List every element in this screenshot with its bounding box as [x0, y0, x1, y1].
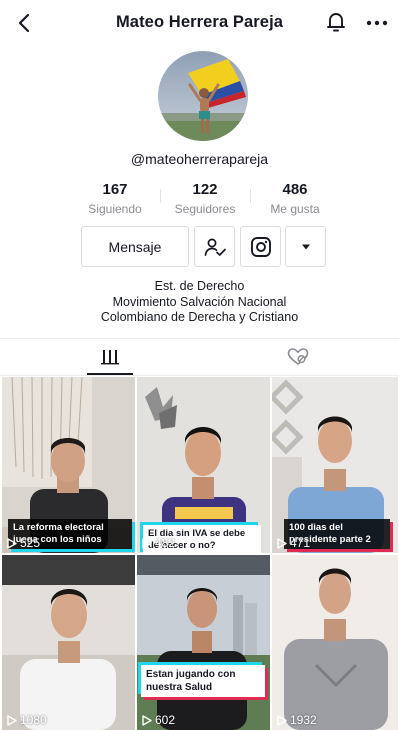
bio-line: Colombiano de Derecha y Cristiano	[100, 310, 299, 324]
video-caption: Estan jugando con nuestra Salud	[141, 665, 265, 697]
video-thumbnail-image	[2, 555, 135, 730]
bio-line: Movimiento Salvación Nacional	[112, 294, 287, 309]
instagram-icon	[250, 236, 271, 257]
play-icon	[277, 537, 287, 549]
video-thumbnail[interactable]: 1080	[2, 555, 135, 730]
active-tab-indicator	[87, 373, 133, 375]
play-icon	[277, 714, 287, 726]
view-count: 602	[142, 713, 175, 727]
profile-tabs	[0, 338, 399, 376]
video-thumbnail[interactable]: 100 dias del presidente parte 2 471	[272, 377, 398, 553]
top-bar: Mateo Herrera Pareja	[0, 0, 399, 46]
tab-videos[interactable]	[87, 339, 133, 375]
video-thumbnail[interactable]: Estan jugando con nuestra Salud 602	[137, 555, 270, 730]
profile-bio: Est. de Derecho Movimiento Salvación Nac…	[0, 279, 399, 326]
suggested-accounts-button[interactable]	[285, 226, 326, 267]
instagram-button[interactable]	[240, 226, 281, 267]
profile-handle: @mateoherrerapareja	[130, 151, 269, 167]
stat-value: 122	[192, 181, 218, 198]
play-icon	[7, 537, 17, 549]
view-count-value: 471	[290, 536, 311, 550]
video-thumbnail[interactable]: 1932	[272, 555, 398, 730]
play-icon	[142, 537, 152, 549]
play-icon	[142, 714, 152, 726]
video-thumbnail-image	[272, 555, 398, 730]
user-check-icon	[204, 238, 226, 256]
video-thumbnail[interactable]: El dia sin IVA se debe de hacer o no? 48…	[137, 377, 270, 553]
view-count-value: 1932	[290, 713, 317, 727]
view-count-value: 482	[155, 536, 176, 550]
more-dots-icon[interactable]	[364, 13, 390, 33]
hidden-heart-icon	[287, 348, 309, 365]
video-thumbnail-image	[137, 555, 270, 730]
view-count-value: 602	[155, 713, 176, 727]
tab-liked[interactable]	[283, 339, 313, 375]
view-count: 471	[277, 536, 310, 550]
bio-line: Est. de Derecho	[154, 279, 245, 293]
view-count: 525	[7, 536, 40, 550]
avatar[interactable]	[158, 51, 248, 141]
stat-value: 486	[282, 181, 308, 198]
stat-likes: 486 Me gusta	[250, 181, 340, 219]
video-thumbnail[interactable]: La reforma electoral juega con los niños…	[2, 377, 135, 553]
message-button[interactable]: Mensaje	[81, 226, 189, 267]
stat-followers[interactable]: 122 Seguidores	[160, 181, 250, 219]
view-count: 482	[142, 536, 175, 550]
profile-stats: 167 Siguiendo 122 Seguidores 486 Me gust…	[70, 181, 340, 219]
stat-label: Seguidores	[174, 202, 236, 216]
view-count: 1080	[7, 713, 47, 727]
view-count-value: 525	[20, 536, 41, 550]
stat-label: Siguiendo	[88, 202, 142, 216]
video-grid: La reforma electoral juega con los niños…	[2, 377, 398, 730]
caret-down-icon	[301, 244, 310, 249]
view-count: 1932	[277, 713, 317, 727]
grid-icon	[101, 350, 119, 365]
play-icon	[7, 714, 17, 726]
following-button[interactable]	[194, 226, 235, 267]
stat-value: 167	[102, 181, 128, 198]
stat-following[interactable]: 167 Siguiendo	[70, 181, 160, 219]
stat-label: Me gusta	[270, 202, 320, 216]
bell-icon[interactable]	[325, 10, 347, 34]
view-count-value: 1080	[20, 713, 47, 727]
avatar-image	[158, 51, 248, 141]
